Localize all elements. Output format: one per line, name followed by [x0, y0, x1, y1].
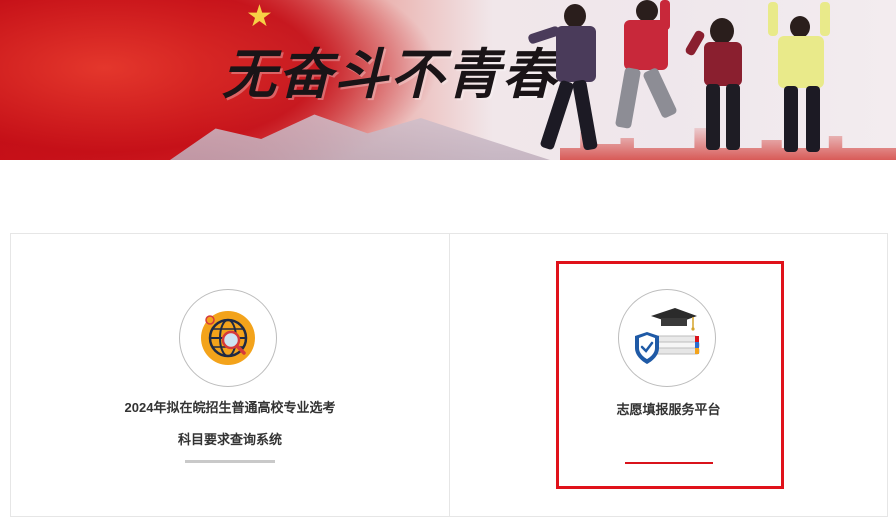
student-figure-3: [684, 10, 760, 160]
card-title-line2: 科目要求查询系统: [177, 432, 282, 447]
card-title-line1: 2024年拟在皖招生普通高校专业选考: [124, 400, 336, 415]
course-requirement-query-card[interactable]: 2024年拟在皖招生普通高校专业选考 科目要求查询系统: [11, 234, 449, 516]
student-figure-4: [768, 0, 838, 160]
globe-search-icon: [201, 311, 255, 365]
card-title-line1: 志愿填报服务平台: [616, 402, 721, 417]
application-service-platform-card[interactable]: 志愿填报服务平台: [449, 234, 887, 516]
card-icon-circle: [618, 289, 716, 387]
graduation-books-shield-icon: [635, 308, 700, 364]
card-underline-active: [625, 462, 713, 464]
hero-banner: ★ 无奋斗不青春: [0, 0, 896, 160]
banner-slogan: 无奋斗不青春: [222, 42, 558, 106]
service-card-row: 2024年拟在皖招生普通高校专业选考 科目要求查询系统 志愿填报服务平台: [10, 233, 888, 517]
star-icon: ★: [246, 0, 273, 34]
card-underline: [185, 460, 275, 463]
student-figure-1: [527, 0, 608, 160]
student-figure-2: [610, 0, 680, 150]
card-icon-circle: [179, 289, 277, 387]
